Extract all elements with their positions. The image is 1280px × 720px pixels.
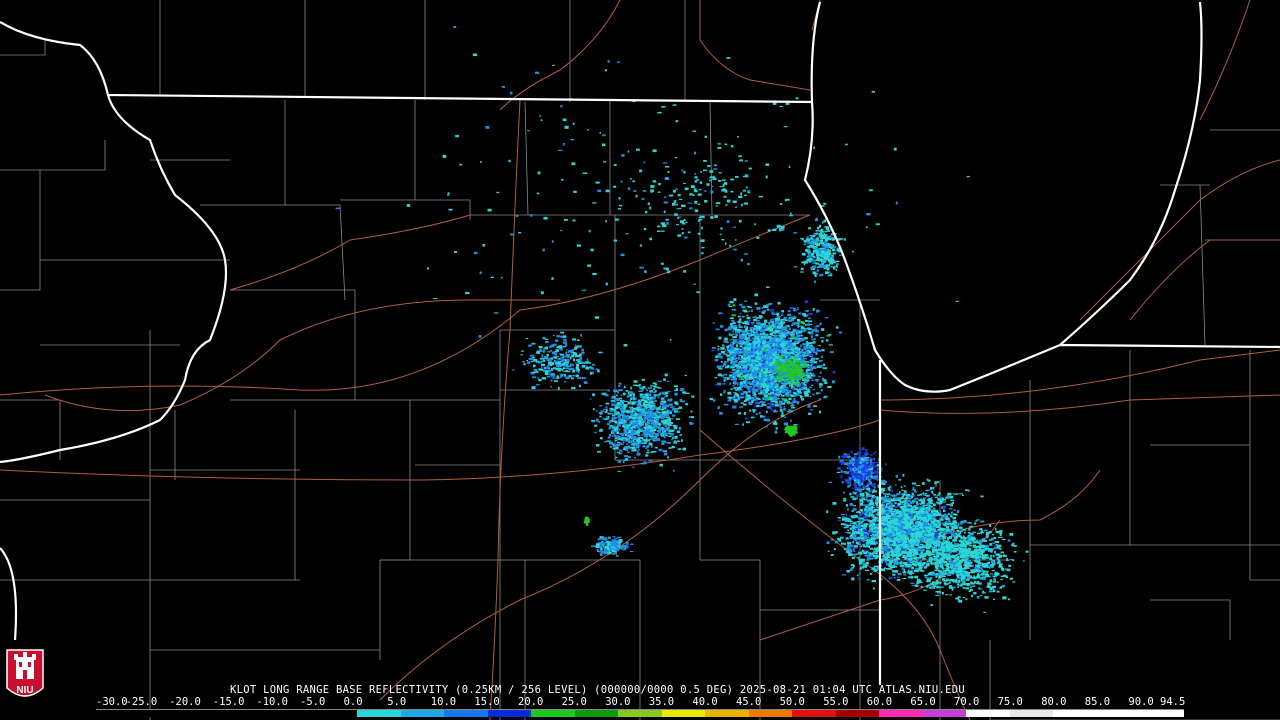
colorbar-segment <box>661 710 706 717</box>
scale-label: 90.0 <box>1128 696 1154 708</box>
colorbar-segment <box>226 710 271 717</box>
scale-label: 30.0 <box>605 696 631 708</box>
scale-label: 94.5 <box>1160 696 1186 708</box>
scale-label: -30.0 <box>96 696 128 708</box>
colorbar-segment <box>96 710 140 717</box>
colorbar-segment <box>139 710 184 717</box>
colorbar-segment <box>966 710 1010 717</box>
scale-label: 50.0 <box>779 696 805 708</box>
scale-label: 75.0 <box>997 696 1023 708</box>
colorbar-segment <box>1140 710 1184 717</box>
scale-label: 40.0 <box>692 696 718 708</box>
colorbar-segment <box>1096 710 1141 717</box>
scale-label: 25.0 <box>561 696 587 708</box>
niu-logo: NIU <box>6 649 44 697</box>
colorbar-segment <box>1009 710 1054 717</box>
scale-label: -25.0 <box>125 696 158 708</box>
colorbar-segment <box>487 710 532 717</box>
colorbar-segment <box>270 710 314 717</box>
product-title: KLOT LONG RANGE BASE REFLECTIVITY (0.25K… <box>230 684 965 696</box>
scale-label: 60.0 <box>866 696 893 708</box>
scale-label: -20.0 <box>169 696 201 708</box>
colorbar-segment <box>835 710 880 717</box>
colorbar-segment <box>183 710 227 717</box>
scale-label: 80.0 <box>1041 696 1067 708</box>
reflectivity-colorbar <box>96 709 1184 717</box>
colorbar-segment <box>792 710 836 717</box>
colorbar-segment <box>922 710 967 717</box>
colorbar-segment <box>618 710 662 717</box>
radar-map <box>0 0 1280 720</box>
scale-label: 0.0 <box>343 696 363 708</box>
scale-label: -10.0 <box>256 696 288 708</box>
scale-label: -5.0 <box>300 696 326 708</box>
scale-label: 85.0 <box>1084 696 1111 708</box>
scale-label: 10.0 <box>430 696 457 708</box>
colorbar-segment <box>357 710 401 717</box>
colorbar-segment <box>1053 710 1097 717</box>
scale-label: 15.0 <box>474 696 500 708</box>
scale-label: 5.0 <box>387 696 407 708</box>
scale-label: 20.0 <box>518 696 544 708</box>
scale-label: 45.0 <box>736 696 762 708</box>
colorbar-segment <box>574 710 619 717</box>
colorbar-segment <box>444 710 488 717</box>
scale-label: 55.0 <box>823 696 849 708</box>
scale-label: 70.0 <box>954 696 980 708</box>
scale-label: 65.0 <box>910 696 936 708</box>
colorbar-segment <box>313 710 358 717</box>
colorbar-segment <box>531 710 575 717</box>
scale-label: 35.0 <box>648 696 675 708</box>
colorbar-segment <box>400 710 445 717</box>
reflectivity-scale-labels: -30.0 -25.0 -20.0 -15.0 -10.0 -5.0 0.0 5.0 10.0 1… <box>96 696 1186 708</box>
colorbar-segment <box>748 710 793 717</box>
colorbar-segment <box>879 710 923 717</box>
colorbar-segment <box>705 710 749 717</box>
scale-label: -15.0 <box>212 696 245 708</box>
